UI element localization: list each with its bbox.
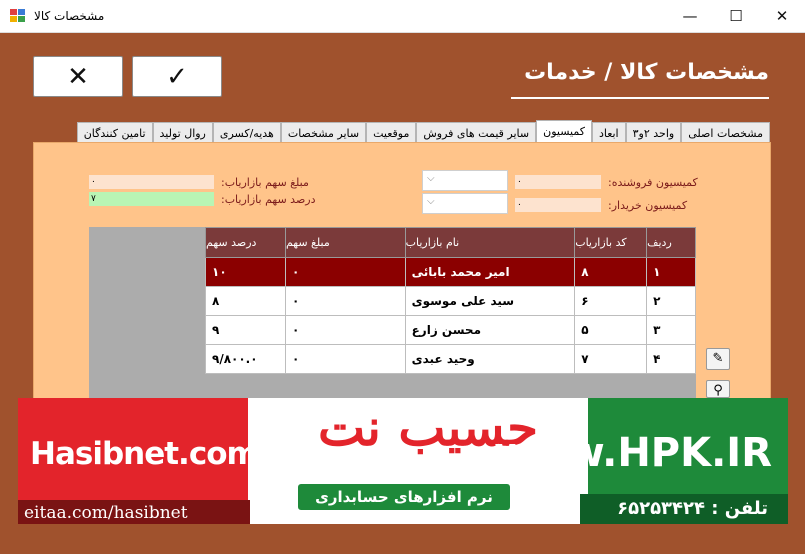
marketer-share-percent-label: درصد سهم بازاریاب: — [221, 193, 316, 206]
chevron-down-icon: ⌵ — [427, 196, 435, 207]
cell-radif[interactable]: ۲ — [646, 286, 696, 316]
marketer-share-amount-input[interactable]: ۰ — [89, 175, 214, 189]
cell-percent[interactable]: ۸ — [205, 286, 286, 316]
cell-name[interactable]: وحید عبدی — [404, 344, 576, 374]
app-icon — [10, 9, 26, 23]
cell-percent[interactable]: ۱۰ — [205, 257, 286, 287]
marketers-grid: ردیف کد بازاریاب نام بازاریاب مبلغ سهم د… — [89, 227, 696, 402]
table-row[interactable]: ۱ ۸ امیر محمد بابائی ۰ ۱۰ — [205, 257, 696, 287]
search-icon[interactable]: ⚲ — [706, 380, 730, 398]
title-bar: مشخصات کالا — ☐ ✕ — [0, 0, 805, 33]
tab-suppliers[interactable]: تامین کنندگان — [76, 122, 153, 144]
cell-code[interactable]: ۸ — [574, 257, 648, 287]
cell-radif[interactable]: ۴ — [646, 344, 696, 374]
window-title: مشخصات کالا — [34, 9, 105, 23]
col-radif[interactable]: ردیف — [646, 227, 696, 258]
cell-radif[interactable]: ۱ — [646, 257, 696, 287]
tab-gift[interactable]: هدیه/کسری — [212, 122, 281, 144]
col-share-amount[interactable]: مبلغ سهم — [284, 227, 406, 258]
cell-code[interactable]: ۷ — [574, 344, 648, 374]
marketer-share-amount-label: مبلغ سهم بازاریاب: — [221, 176, 309, 189]
cell-code[interactable]: ۵ — [574, 315, 648, 345]
banner-eitaa-link: eitaa.com/hasibnet — [24, 503, 188, 523]
tab-dimensions[interactable]: ابعاد — [591, 122, 626, 144]
banner-slogan: نرم افزارهای حسابداری — [298, 484, 510, 510]
tab-other-prices[interactable]: سایر قیمت های فروش — [416, 122, 537, 144]
banner-hpk-url: www.HPK.IR — [493, 430, 772, 476]
ok-button[interactable]: ✓ — [132, 56, 222, 97]
marketer-share-percent-input[interactable]: ۷ — [89, 192, 214, 206]
table-row[interactable]: ۴ ۷ وحید عبدی ۰ ۹/۸۰۰.۰ — [205, 344, 696, 374]
edit-icon[interactable]: ✎ — [706, 348, 730, 370]
tab-location[interactable]: موقعیت — [366, 122, 417, 144]
seller-commission-input[interactable]: ۰ — [515, 175, 601, 189]
col-share-percent[interactable]: درصد سهم — [205, 227, 286, 258]
table-header-row: ردیف کد بازاریاب نام بازاریاب مبلغ سهم د… — [205, 227, 696, 258]
cancel-button[interactable]: ✕ — [33, 56, 123, 97]
cell-code[interactable]: ۶ — [574, 286, 648, 316]
banner-site-url: Hasibnet.com — [30, 436, 259, 472]
marketers-table: ردیف کد بازاریاب نام بازاریاب مبلغ سهم د… — [205, 227, 696, 374]
seller-commission-combo[interactable]: ⌵ — [422, 170, 508, 191]
title-underline — [511, 97, 769, 99]
cell-amount[interactable]: ۰ — [284, 315, 406, 345]
seller-commission-label: کمیسیون فروشنده: — [608, 176, 698, 189]
cell-percent[interactable]: ۹ — [205, 315, 286, 345]
chevron-down-icon: ⌵ — [427, 173, 435, 184]
cell-amount[interactable]: ۰ — [284, 286, 406, 316]
buyer-commission-label: کمیسیون خریدار: — [608, 199, 688, 212]
tab-other-specs[interactable]: سایر مشخصات — [280, 122, 367, 144]
cell-name[interactable]: امیر محمد بابائی — [404, 257, 576, 287]
minimize-button[interactable]: — — [667, 0, 713, 33]
tab-units[interactable]: واحد ۲و۳ — [625, 122, 682, 144]
maximize-button[interactable]: ☐ — [713, 0, 759, 33]
buyer-commission-input[interactable]: ۰ — [515, 198, 601, 212]
page-title: مشخصات کالا / خدمات — [524, 60, 769, 85]
banner-phone: تلفن : ۶۵۲۵۳۴۲۴ — [617, 498, 768, 519]
col-marketer-code[interactable]: کد بازاریاب — [574, 227, 648, 258]
tab-production[interactable]: روال تولید — [152, 122, 213, 144]
tab-commission[interactable]: کمیسیون — [536, 120, 592, 144]
close-button[interactable]: ✕ — [759, 0, 805, 33]
cell-radif[interactable]: ۳ — [646, 315, 696, 345]
cell-name[interactable]: محسن زارع — [404, 315, 576, 345]
table-row[interactable]: ۲ ۶ سید علی موسوی ۰ ۸ — [205, 286, 696, 316]
cell-amount[interactable]: ۰ — [284, 344, 406, 374]
table-row[interactable]: ۳ ۵ محسن زارع ۰ ۹ — [205, 315, 696, 345]
tab-bar: مشخصات اصلی واحد ۲و۳ ابعاد کمیسیون سایر … — [39, 120, 770, 144]
buyer-commission-combo[interactable]: ⌵ — [422, 193, 508, 214]
cell-percent[interactable]: ۹/۸۰۰.۰ — [205, 344, 286, 374]
cell-amount[interactable]: ۰ — [284, 257, 406, 287]
ad-banner: Hasibnet.com eitaa.com/hasibnet حسیب نت … — [18, 398, 788, 524]
cell-name[interactable]: سید علی موسوی — [404, 286, 576, 316]
col-marketer-name[interactable]: نام بازاریاب — [404, 227, 576, 258]
tab-main-specs[interactable]: مشخصات اصلی — [681, 122, 770, 144]
